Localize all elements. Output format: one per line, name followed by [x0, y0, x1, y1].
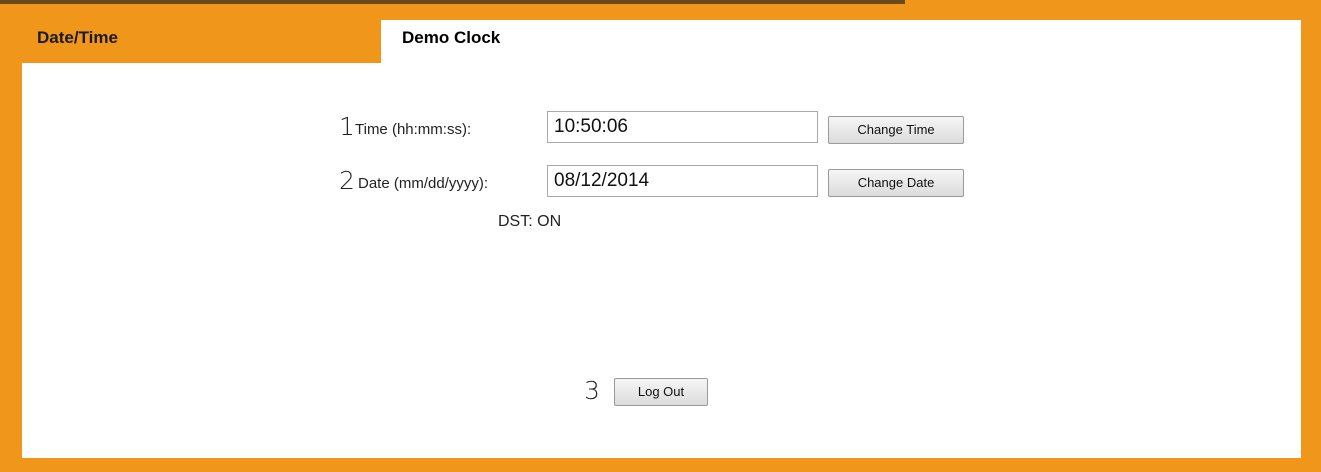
annotation-marker-2: 2	[339, 166, 355, 195]
change-date-button[interactable]: Change Date	[828, 169, 964, 197]
time-input[interactable]	[547, 111, 818, 143]
annotation-marker-1: 1	[339, 112, 355, 141]
log-out-button[interactable]: Log Out	[614, 378, 708, 406]
tab-demo-clock[interactable]: Demo Clock	[381, 20, 1301, 64]
time-label: Time (hh:mm:ss):	[355, 121, 472, 138]
tab-date-time[interactable]: Date/Time	[37, 28, 118, 48]
dst-status: DST: ON	[498, 213, 562, 230]
date-input[interactable]	[547, 165, 818, 197]
change-time-button[interactable]: Change Time	[828, 116, 964, 144]
top-divider	[0, 0, 905, 4]
tab-demo-clock-label: Demo Clock	[402, 28, 501, 47]
annotation-marker-3: 3	[584, 376, 600, 405]
date-label: Date (mm/dd/yyyy):	[358, 175, 489, 192]
